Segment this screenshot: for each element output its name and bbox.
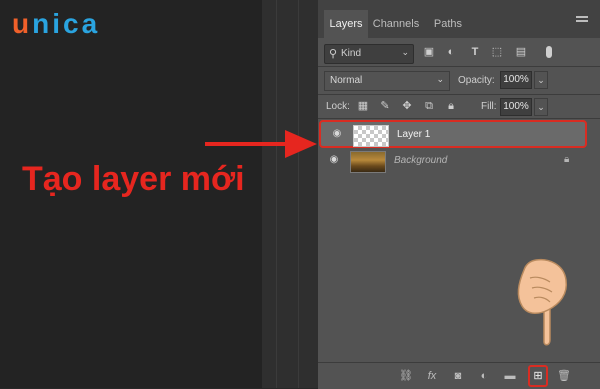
layers-bottom-toolbar: ⛓ fx ◙ ◐ ▬ ⊞ 🗑︎	[318, 362, 600, 389]
folder-icon[interactable]: ▬	[502, 369, 518, 383]
eye-icon[interactable]: ◉	[331, 128, 343, 140]
type-filter-icon[interactable]: T	[468, 45, 482, 59]
unica-logo: unica	[12, 8, 101, 39]
adjustment-filter-icon[interactable]: ◐	[444, 45, 458, 59]
fx-icon[interactable]: fx	[424, 369, 440, 383]
layer-name: Layer 1	[397, 129, 431, 140]
opacity-label: Opacity:	[458, 75, 495, 86]
search-icon: ⚲	[329, 48, 338, 60]
opacity-input[interactable]: 100%	[500, 71, 532, 89]
fill-dropdown[interactable]: ⌄	[534, 98, 548, 116]
layer-row-layer-1[interactable]: ◉ Layer 1	[319, 120, 587, 148]
pointer-arrow-icon	[205, 130, 317, 158]
link-icon[interactable]: ⛓	[398, 369, 414, 383]
layer-row-background[interactable]: ◉ Background 🔒︎	[318, 148, 588, 174]
layer-thumbnail	[350, 151, 386, 173]
eye-icon[interactable]: ◉	[328, 154, 340, 166]
chevron-down-icon: ⌄	[401, 47, 409, 57]
lock-icon: 🔒︎	[564, 154, 570, 165]
lock-image-icon[interactable]: ✎	[378, 99, 392, 113]
mask-icon[interactable]: ◙	[450, 369, 466, 383]
filter-kind-select[interactable]: ⚲ Kind ⌄	[324, 44, 414, 64]
panel-gutter	[262, 0, 318, 388]
blend-mode-select[interactable]: Normal ⌄	[324, 71, 450, 91]
layer-name: Background	[394, 155, 448, 166]
shape-filter-icon[interactable]: ⬚	[490, 45, 504, 59]
new-layer-icon[interactable]: ⊞	[528, 365, 548, 387]
lock-artboard-icon[interactable]: ⧉	[422, 99, 436, 113]
panel-tabs: Layers Channels Paths	[318, 0, 600, 38]
pointing-hand-icon	[517, 258, 568, 346]
lock-position-icon[interactable]: ✥	[400, 99, 414, 113]
tab-paths[interactable]: Paths	[428, 10, 468, 38]
tab-layers[interactable]: Layers	[324, 10, 368, 38]
fill-input[interactable]: 100%	[500, 98, 532, 116]
lock-transparent-icon[interactable]: ▦	[356, 99, 370, 113]
smart-object-filter-icon[interactable]: ▤	[514, 45, 528, 59]
panel-menu-icon[interactable]	[576, 16, 588, 24]
lock-label: Lock:	[326, 101, 350, 112]
adjustment-icon[interactable]: ◐	[476, 369, 492, 383]
filter-toggle[interactable]	[546, 46, 552, 58]
opacity-dropdown[interactable]: ⌄	[534, 71, 548, 89]
chevron-down-icon: ⌄	[436, 74, 444, 84]
lock-all-icon[interactable]: 🔒︎	[444, 99, 458, 113]
layer-thumbnail	[353, 125, 389, 147]
caption-text: Tạo layer mới	[22, 160, 245, 198]
fill-label: Fill:	[481, 101, 497, 112]
image-filter-icon[interactable]: ▣	[422, 45, 436, 59]
tab-channels[interactable]: Channels	[370, 10, 422, 38]
trash-icon[interactable]: 🗑︎	[556, 369, 572, 383]
